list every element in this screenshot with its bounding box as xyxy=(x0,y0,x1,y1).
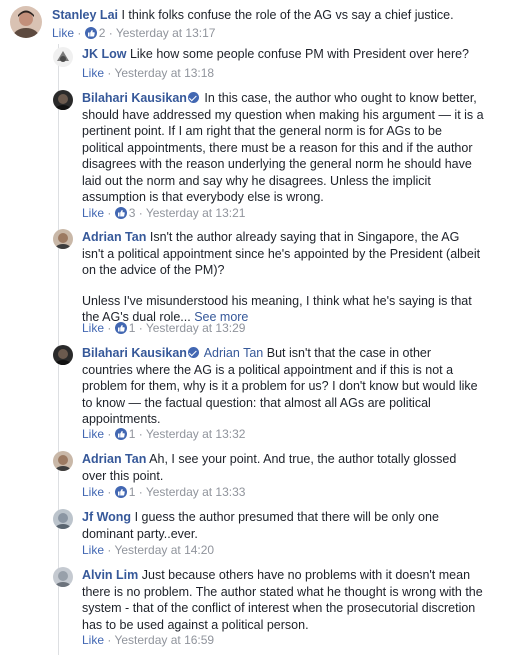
like-button[interactable]: Like xyxy=(82,427,104,441)
like-button[interactable]: Like xyxy=(82,633,104,647)
avatar[interactable] xyxy=(53,567,73,587)
comment-author[interactable]: Adrian Tan xyxy=(82,230,146,244)
like-button[interactable]: Like xyxy=(82,485,104,499)
thumbs-up-icon[interactable] xyxy=(114,486,127,498)
comment-author[interactable]: Jf Wong xyxy=(82,510,131,524)
comment-timestamp[interactable]: Yesterday at 16:59 xyxy=(114,633,214,647)
tagged-user-link[interactable]: Adrian Tan xyxy=(204,346,264,360)
like-button[interactable]: Like xyxy=(52,26,74,40)
comment-timestamp[interactable]: Yesterday at 14:20 xyxy=(114,543,214,557)
comment-timestamp[interactable]: Yesterday at 13:17 xyxy=(116,26,216,40)
thumbs-up-icon[interactable] xyxy=(84,27,97,39)
like-button[interactable]: Like xyxy=(82,66,104,80)
avatar[interactable] xyxy=(10,6,42,38)
verified-badge-icon xyxy=(187,92,199,103)
comment-text: Just because others have no problems wit… xyxy=(82,568,483,632)
avatar[interactable] xyxy=(53,47,73,67)
thumbs-up-icon[interactable] xyxy=(114,428,127,440)
comment-text: I think folks confuse the role of the AG… xyxy=(121,8,454,22)
avatar[interactable] xyxy=(53,229,73,249)
like-button[interactable]: Like xyxy=(82,543,104,557)
verified-badge-icon xyxy=(187,347,199,358)
comment-author[interactable]: Bilahari Kausikan xyxy=(82,91,187,105)
avatar[interactable] xyxy=(53,509,73,529)
like-button[interactable]: Like xyxy=(82,321,104,335)
avatar[interactable] xyxy=(53,90,73,110)
like-count[interactable]: 3 xyxy=(129,206,136,220)
comment-timestamp[interactable]: Yesterday at 13:18 xyxy=(114,66,214,80)
like-count[interactable]: 1 xyxy=(129,427,136,441)
like-count[interactable]: 1 xyxy=(129,485,136,499)
comment-text: I guess the author presumed that there w… xyxy=(82,510,439,541)
comment-timestamp[interactable]: Yesterday at 13:32 xyxy=(146,427,246,441)
comment-text: In this case, the author who ought to kn… xyxy=(82,91,484,204)
comment-timestamp[interactable]: Yesterday at 13:21 xyxy=(146,206,246,220)
comment-text: Like how some people confuse PM with Pre… xyxy=(129,47,470,61)
comment-author[interactable]: Alvin Lim xyxy=(82,568,138,582)
comment-author[interactable]: Adrian Tan xyxy=(82,452,146,466)
comment-timestamp[interactable]: Yesterday at 13:33 xyxy=(146,485,246,499)
avatar[interactable] xyxy=(53,451,73,471)
like-count[interactable]: 1 xyxy=(129,321,136,335)
thumbs-up-icon[interactable] xyxy=(114,207,127,219)
like-count[interactable]: 2 xyxy=(99,26,106,40)
comment-author[interactable]: Stanley Lai xyxy=(52,8,118,22)
thumbs-up-icon[interactable] xyxy=(114,322,127,334)
avatar[interactable] xyxy=(53,345,73,365)
comment-author[interactable]: Bilahari Kausikan xyxy=(82,346,187,360)
comment-author[interactable]: JK Low xyxy=(82,47,126,61)
like-button[interactable]: Like xyxy=(82,206,104,220)
comment-timestamp[interactable]: Yesterday at 13:29 xyxy=(146,321,246,335)
